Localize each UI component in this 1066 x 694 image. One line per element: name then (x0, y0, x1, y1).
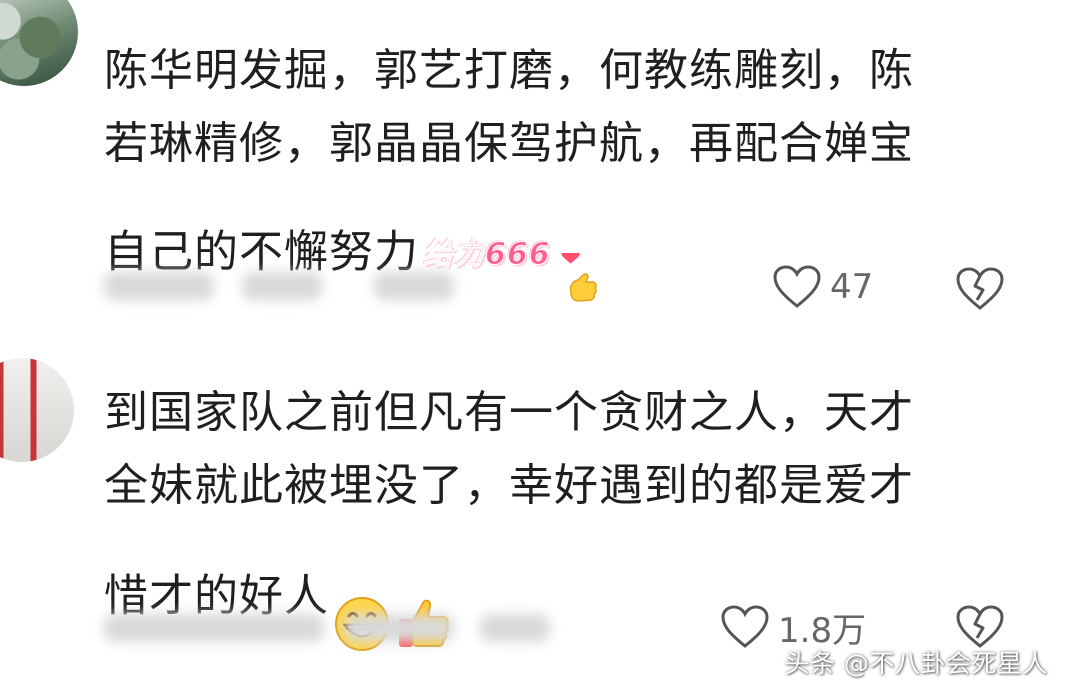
heart-icon (772, 264, 822, 310)
comment-line: 全妹就此被埋没了，幸好遇到的都是爱才 (104, 460, 914, 511)
comment-meta-blurred (104, 608, 550, 648)
finger-heart-emoji-icon (559, 180, 603, 329)
avatar[interactable] (0, 0, 78, 86)
comment-line: 陈华明发掘，郭艺打磨，何教练雕刻，陈 (104, 45, 914, 96)
avatar[interactable] (0, 358, 74, 462)
grinning-face-icon (333, 522, 391, 675)
comment-line: 到国家队之前但凡有一个贪财之人，天才 (104, 387, 914, 438)
thumbs-up-icon (395, 522, 453, 675)
like-count: 47 (830, 267, 874, 307)
watermark: 头条 @不八卦会死星人 (784, 649, 1048, 678)
comment-screen: 陈华明发掘，郭艺打磨，何教练雕刻，陈 若琳精修，郭晶晶保驾护航，再配合婵宝 自己… (0, 0, 1066, 694)
gift-sticker: 给力666 (423, 236, 551, 272)
comment-meta-blurred (104, 266, 464, 306)
like-button[interactable]: 47 (772, 262, 873, 312)
heart-icon (720, 604, 770, 650)
comment-line: 若琳精修，郭晶晶保驾护航，再配合婵宝 (104, 118, 914, 169)
dislike-broken-heart-icon[interactable] (955, 266, 1005, 312)
